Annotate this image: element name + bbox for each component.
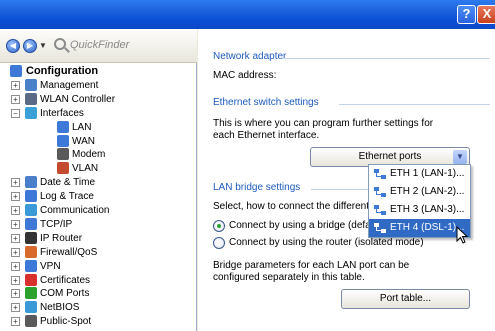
ethernet-switch-description: This is where you can program further se… <box>213 118 434 141</box>
mouse-cursor-icon <box>456 226 469 244</box>
ethernet-switch-title: Ethernet switch settings <box>213 97 319 108</box>
bridge-option-label[interactable]: Connect by using a bridge (default) <box>229 220 385 231</box>
divider <box>311 189 368 190</box>
tree-item-label: IP Router <box>40 233 83 244</box>
ethernet-ports-label: Ethernet ports <box>358 151 422 162</box>
history-dropdown-icon[interactable]: ▼ <box>39 41 47 50</box>
ethernet-port-option[interactable]: ETH 4 (DSL-1)... <box>369 219 470 237</box>
expander-icon[interactable]: + <box>11 262 20 271</box>
tree-item-label: WAN <box>72 136 95 147</box>
expander-icon[interactable]: + <box>11 276 20 285</box>
lan-bridge-title: LAN bridge settings <box>213 182 301 193</box>
divider <box>282 58 490 59</box>
tree-item-label: Communication <box>40 205 110 216</box>
tree-item-label: WLAN Controller <box>40 94 116 105</box>
forward-icon[interactable]: ▶ <box>23 39 37 53</box>
tree-item-label: Modem <box>72 149 106 160</box>
nav-toolbar: ◀ ▶ ▼ QuickFinder <box>0 29 197 63</box>
interfaces-icon <box>25 107 37 119</box>
help-button[interactable]: ? <box>457 5 476 24</box>
expander-icon[interactable]: + <box>11 317 20 326</box>
ethernet-port-label: ETH 2 (LAN-2)... <box>390 186 465 197</box>
modem-icon <box>57 148 69 160</box>
tree-item-label: Public-Spot <box>40 316 92 327</box>
tree-item-label: Management <box>40 80 99 91</box>
expander-icon[interactable]: + <box>11 81 20 90</box>
close-button[interactable]: X <box>477 5 495 24</box>
expander-icon[interactable]: + <box>11 234 20 243</box>
communication-icon <box>25 204 37 216</box>
ethernet-port-option[interactable]: ETH 2 (LAN-2)... <box>369 183 470 201</box>
tree-item-label: VLAN <box>72 163 99 174</box>
tree-item-label: Firewall/QoS <box>40 247 98 258</box>
tree-item-label: Interfaces <box>40 108 84 119</box>
lan-icon <box>57 121 69 133</box>
expander-icon[interactable]: + <box>11 95 20 104</box>
quickfinder-placeholder: QuickFinder <box>70 39 130 51</box>
tree-item-label: Certificates <box>40 275 91 286</box>
ethernet-port-label: ETH 4 (DSL-1)... <box>390 222 465 233</box>
expander-icon[interactable]: + <box>11 220 20 229</box>
log-icon <box>25 190 37 202</box>
lan-bridge-description: Select, how to connect the different LA <box>213 201 385 212</box>
ethernet-port-option[interactable]: ETH 3 (LAN-3)... <box>369 201 470 219</box>
tree-item-label: TCP/IP <box>40 219 73 230</box>
expander-icon[interactable]: + <box>11 248 20 257</box>
network-port-icon <box>374 205 386 215</box>
tree-item-label: LAN <box>72 122 92 133</box>
expander-icon[interactable]: + <box>11 206 20 215</box>
clock-icon <box>25 176 37 188</box>
network-port-icon <box>374 223 386 233</box>
management-icon <box>25 79 37 91</box>
wlan-controller-icon <box>25 93 37 105</box>
firewall-icon <box>25 246 37 258</box>
tcpip-icon <box>25 218 37 230</box>
tree-item-label: Log & Trace <box>40 191 94 202</box>
network-port-icon <box>374 169 386 179</box>
wan-icon <box>57 135 69 147</box>
router-option-label[interactable]: Connect by using the router (isolated mo… <box>229 237 424 248</box>
title-bar: ? X <box>0 0 495 29</box>
ethernet-port-option[interactable]: ETH 1 (LAN-1)... <box>369 165 470 183</box>
tree-item-label: NetBIOS <box>40 302 80 313</box>
search-icon <box>54 38 66 50</box>
expander-icon[interactable]: + <box>11 192 20 201</box>
back-icon[interactable]: ◀ <box>6 39 20 53</box>
quickfinder-field[interactable]: QuickFinder <box>50 37 190 55</box>
netbios-icon <box>25 301 37 313</box>
tree-root-label: Configuration <box>26 65 99 77</box>
tree-item-label: COM Ports <box>40 288 90 299</box>
vlan-icon <box>57 162 69 174</box>
tree-item-label: Date & Time <box>40 177 96 188</box>
mac-address-label: MAC address: <box>213 70 277 81</box>
chevron-down-icon[interactable]: ▼ <box>453 150 467 164</box>
ethernet-port-label: ETH 3 (LAN-3)... <box>390 204 465 215</box>
ethernet-port-label: ETH 1 (LAN-1)... <box>390 168 465 179</box>
divider <box>339 104 490 105</box>
bridge-params-text: Bridge parameters for each LAN port can … <box>213 260 410 283</box>
port-table-button[interactable]: Port table... <box>341 289 470 309</box>
certificate-icon <box>25 274 37 286</box>
network-port-icon <box>374 187 386 197</box>
bridge-radio[interactable] <box>213 220 225 232</box>
expander-icon[interactable]: + <box>11 178 20 187</box>
navigation-pane: ◀ ▶ ▼ QuickFinder Configuration + Manageme… <box>0 29 197 331</box>
network-adapter-title: Network adapter <box>213 51 287 62</box>
vpn-icon <box>25 260 37 272</box>
router-radio[interactable] <box>213 237 225 249</box>
expander-icon[interactable]: + <box>11 289 20 298</box>
expander-icon[interactable]: − <box>11 109 20 118</box>
public-spot-icon <box>25 315 37 327</box>
tree-item-label: VPN <box>40 261 61 272</box>
router-icon <box>25 232 37 244</box>
expander-icon[interactable]: + <box>11 303 20 312</box>
configuration-icon <box>10 65 22 77</box>
com-ports-icon <box>25 287 37 299</box>
